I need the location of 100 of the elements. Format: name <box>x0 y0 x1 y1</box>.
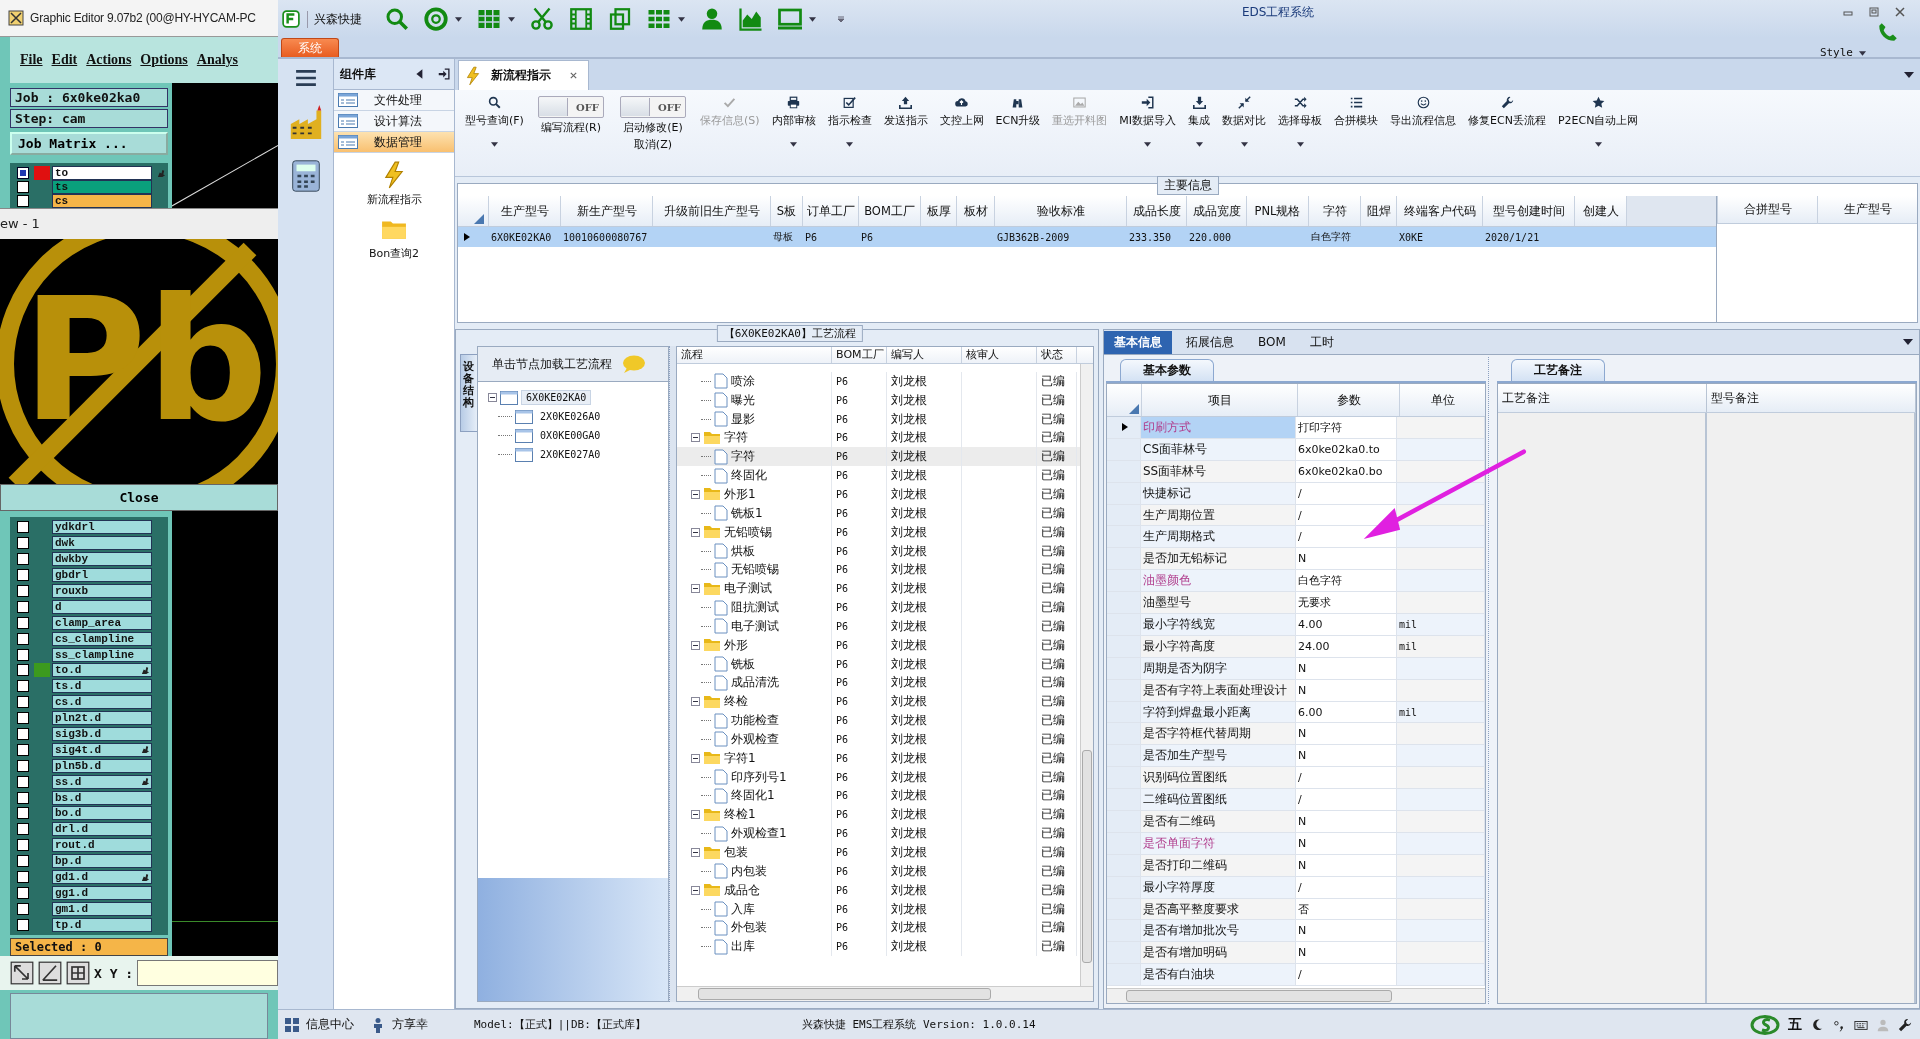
layer-checkbox[interactable] <box>17 167 29 179</box>
coordinate-field[interactable] <box>137 960 278 986</box>
tree-row[interactable]: 无铅喷锡 P6 刘龙根 已编 <box>677 522 1080 542</box>
wrench-icon[interactable] <box>1898 1017 1912 1032</box>
layer-name[interactable]: cs <box>52 194 152 208</box>
column-header[interactable]: 生产型号 <box>488 196 560 226</box>
area-chart-icon[interactable] <box>739 7 763 31</box>
table-row[interactable]: CS面菲林号 6x0ke02ka0.to <box>1107 438 1485 461</box>
monitor-icon[interactable] <box>778 7 802 31</box>
lifebuoy-icon[interactable] <box>424 7 448 31</box>
ribbon-button[interactable]: ECN升级 <box>989 96 1047 137</box>
column-header[interactable]: 新生产型号 <box>560 196 652 226</box>
layer-checkbox[interactable] <box>17 569 29 582</box>
style-menu[interactable]: Style <box>1819 46 1853 59</box>
tree-row[interactable]: 电子测试 P6 刘龙根 已编 <box>677 616 1080 636</box>
layer-name[interactable]: bs.d <box>52 790 152 805</box>
layer-checkbox[interactable] <box>17 181 29 193</box>
tab[interactable]: 基本信息 <box>1104 330 1172 354</box>
column-header[interactable]: BOM工厂 <box>832 347 888 363</box>
layer-name[interactable]: sig4t.d <box>52 742 152 757</box>
tree-row[interactable]: 成品仓 P6 刘龙根 已编 <box>677 880 1080 900</box>
tree-row[interactable]: 包装 P6 刘龙根 已编 <box>677 843 1080 862</box>
layer-checkbox[interactable] <box>17 696 29 709</box>
collapse-icon[interactable] <box>691 490 701 499</box>
angle-tool-icon[interactable] <box>38 961 62 985</box>
layer-name[interactable]: sig3b.d <box>52 727 152 741</box>
table-row[interactable]: 是否有增加批次号 N <box>1107 920 1485 943</box>
column-header[interactable]: 流程 <box>677 347 833 363</box>
column-header[interactable]: 状态 <box>1037 347 1078 363</box>
layer-name[interactable]: gm1.d <box>52 901 152 916</box>
ribbon-button[interactable]: 数据对比 <box>1216 96 1273 147</box>
table-row[interactable]: 是否有白油块 / <box>1107 964 1485 987</box>
collapse-icon[interactable] <box>691 810 701 820</box>
shortcut-label[interactable]: Bon查询2 <box>368 246 420 261</box>
document-tab[interactable]: 新流程指示 <box>458 60 589 90</box>
tree-row[interactable]: 内包装 P6 刘龙根 已编 <box>677 861 1080 881</box>
column-header[interactable]: 工艺备注 <box>1498 384 1707 412</box>
search-icon[interactable] <box>385 7 409 31</box>
ribbon-button[interactable]: 文控上网 <box>933 96 990 137</box>
layer-checkbox[interactable] <box>17 616 29 629</box>
windows-icon[interactable] <box>284 1016 300 1033</box>
tab[interactable]: 工艺备注 <box>1511 359 1605 381</box>
layer-name[interactable]: ts.d <box>52 679 152 694</box>
table-row[interactable]: 字符到焊盘最小距离 6.00 mil <box>1107 701 1485 724</box>
tree-row[interactable]: 喷涂 P6 刘龙根 已编 <box>677 372 1080 391</box>
layer-name[interactable]: to.d <box>52 663 152 678</box>
tab[interactable]: BOM <box>1248 332 1296 352</box>
layer-name[interactable]: rout.d <box>52 838 152 853</box>
layer-name[interactable]: gbdrl <box>52 568 152 583</box>
table-row[interactable]: 是否有字符上表面处理设计 N <box>1107 679 1485 702</box>
layer-name[interactable]: cs.d <box>52 695 152 710</box>
menu-item[interactable]: Edit <box>51 52 78 68</box>
tree-row[interactable]: 字符1 P6 刘龙根 已编 <box>677 748 1080 768</box>
column-header[interactable]: S板 <box>770 196 802 226</box>
layer-checkbox[interactable] <box>17 743 29 756</box>
tree-row[interactable]: 终固化1 P6 刘龙根 已编 <box>677 786 1080 806</box>
tree-row[interactable]: 外包装 P6 刘龙根 已编 <box>677 918 1080 938</box>
tree-row[interactable]: 阻抗测试 P6 刘龙根 已编 <box>677 598 1080 617</box>
toggle-switch[interactable]: OFF <box>537 96 604 118</box>
table-row[interactable]: 油墨型号 无要求 <box>1107 592 1485 614</box>
moon-icon[interactable] <box>1810 1017 1824 1032</box>
scrollbar[interactable] <box>1080 364 1093 986</box>
tree-row[interactable]: 功能检查 P6 刘龙根 已编 <box>677 711 1080 731</box>
table-row[interactable]: 周期是否为阴字 N <box>1107 657 1485 680</box>
tree-row[interactable]: 烘板 P6 刘龙根 已编 <box>677 541 1080 561</box>
copy-icon[interactable] <box>608 7 632 31</box>
table-row[interactable]: 最小字符厚度 / <box>1107 876 1485 899</box>
layer-checkbox[interactable] <box>17 680 29 693</box>
tree-row[interactable]: 出库 P6 刘龙根 已编 <box>677 937 1080 957</box>
tree-item[interactable]: 6X0KE02KA0 <box>521 390 592 405</box>
sidebar-item[interactable]: 设计算法 <box>334 111 454 132</box>
column-header[interactable]: 编写人 <box>887 347 963 363</box>
splitter-handle[interactable] <box>669 346 677 1002</box>
layer-name[interactable]: pln2t.d <box>52 711 152 726</box>
layer-name[interactable]: dwkby <box>52 552 152 567</box>
tab[interactable]: 拓展信息 <box>1176 330 1244 354</box>
tree-row[interactable]: 外观检查1 P6 刘龙根 已编 <box>677 824 1080 844</box>
layer-name[interactable]: d <box>52 599 152 614</box>
phone-icon[interactable] <box>1878 22 1898 42</box>
sidebar-item[interactable]: 文件处理 <box>334 90 454 111</box>
layer-name[interactable]: dwk <box>52 536 152 551</box>
tab[interactable]: 基本参数 <box>1120 359 1214 381</box>
tree-row[interactable]: 印序列号1 P6 刘龙根 已编 <box>677 767 1080 787</box>
tree-row[interactable]: 成品清洗 P6 刘龙根 已编 <box>677 673 1080 693</box>
tree-row[interactable]: 曝光 P6 刘龙根 已编 <box>677 390 1080 410</box>
tree-row[interactable]: 无铅喷锡 P6 刘龙根 已编 <box>677 560 1080 580</box>
menu-item[interactable]: File <box>20 52 43 68</box>
collapse-icon[interactable] <box>691 848 701 857</box>
sidebar-item[interactable]: 数据管理 <box>334 132 454 153</box>
layer-checkbox[interactable] <box>17 759 29 772</box>
collapse-icon[interactable] <box>691 753 701 763</box>
layer-name[interactable]: rouxb <box>52 584 152 598</box>
collapse-icon[interactable] <box>691 885 701 895</box>
table-row[interactable]: 是否单面字符 N <box>1107 832 1485 855</box>
zoom-tool-icon[interactable] <box>10 961 34 985</box>
layer-checkbox[interactable] <box>17 728 29 740</box>
table-row[interactable]: 印刷方式 打印字符 <box>1107 417 1485 439</box>
tree-item[interactable]: 2X0KE026A0 <box>536 410 605 423</box>
ribbon-button[interactable]: 型号查询(F) <box>459 96 530 147</box>
ribbon-button[interactable]: 发送指示 <box>877 96 934 137</box>
